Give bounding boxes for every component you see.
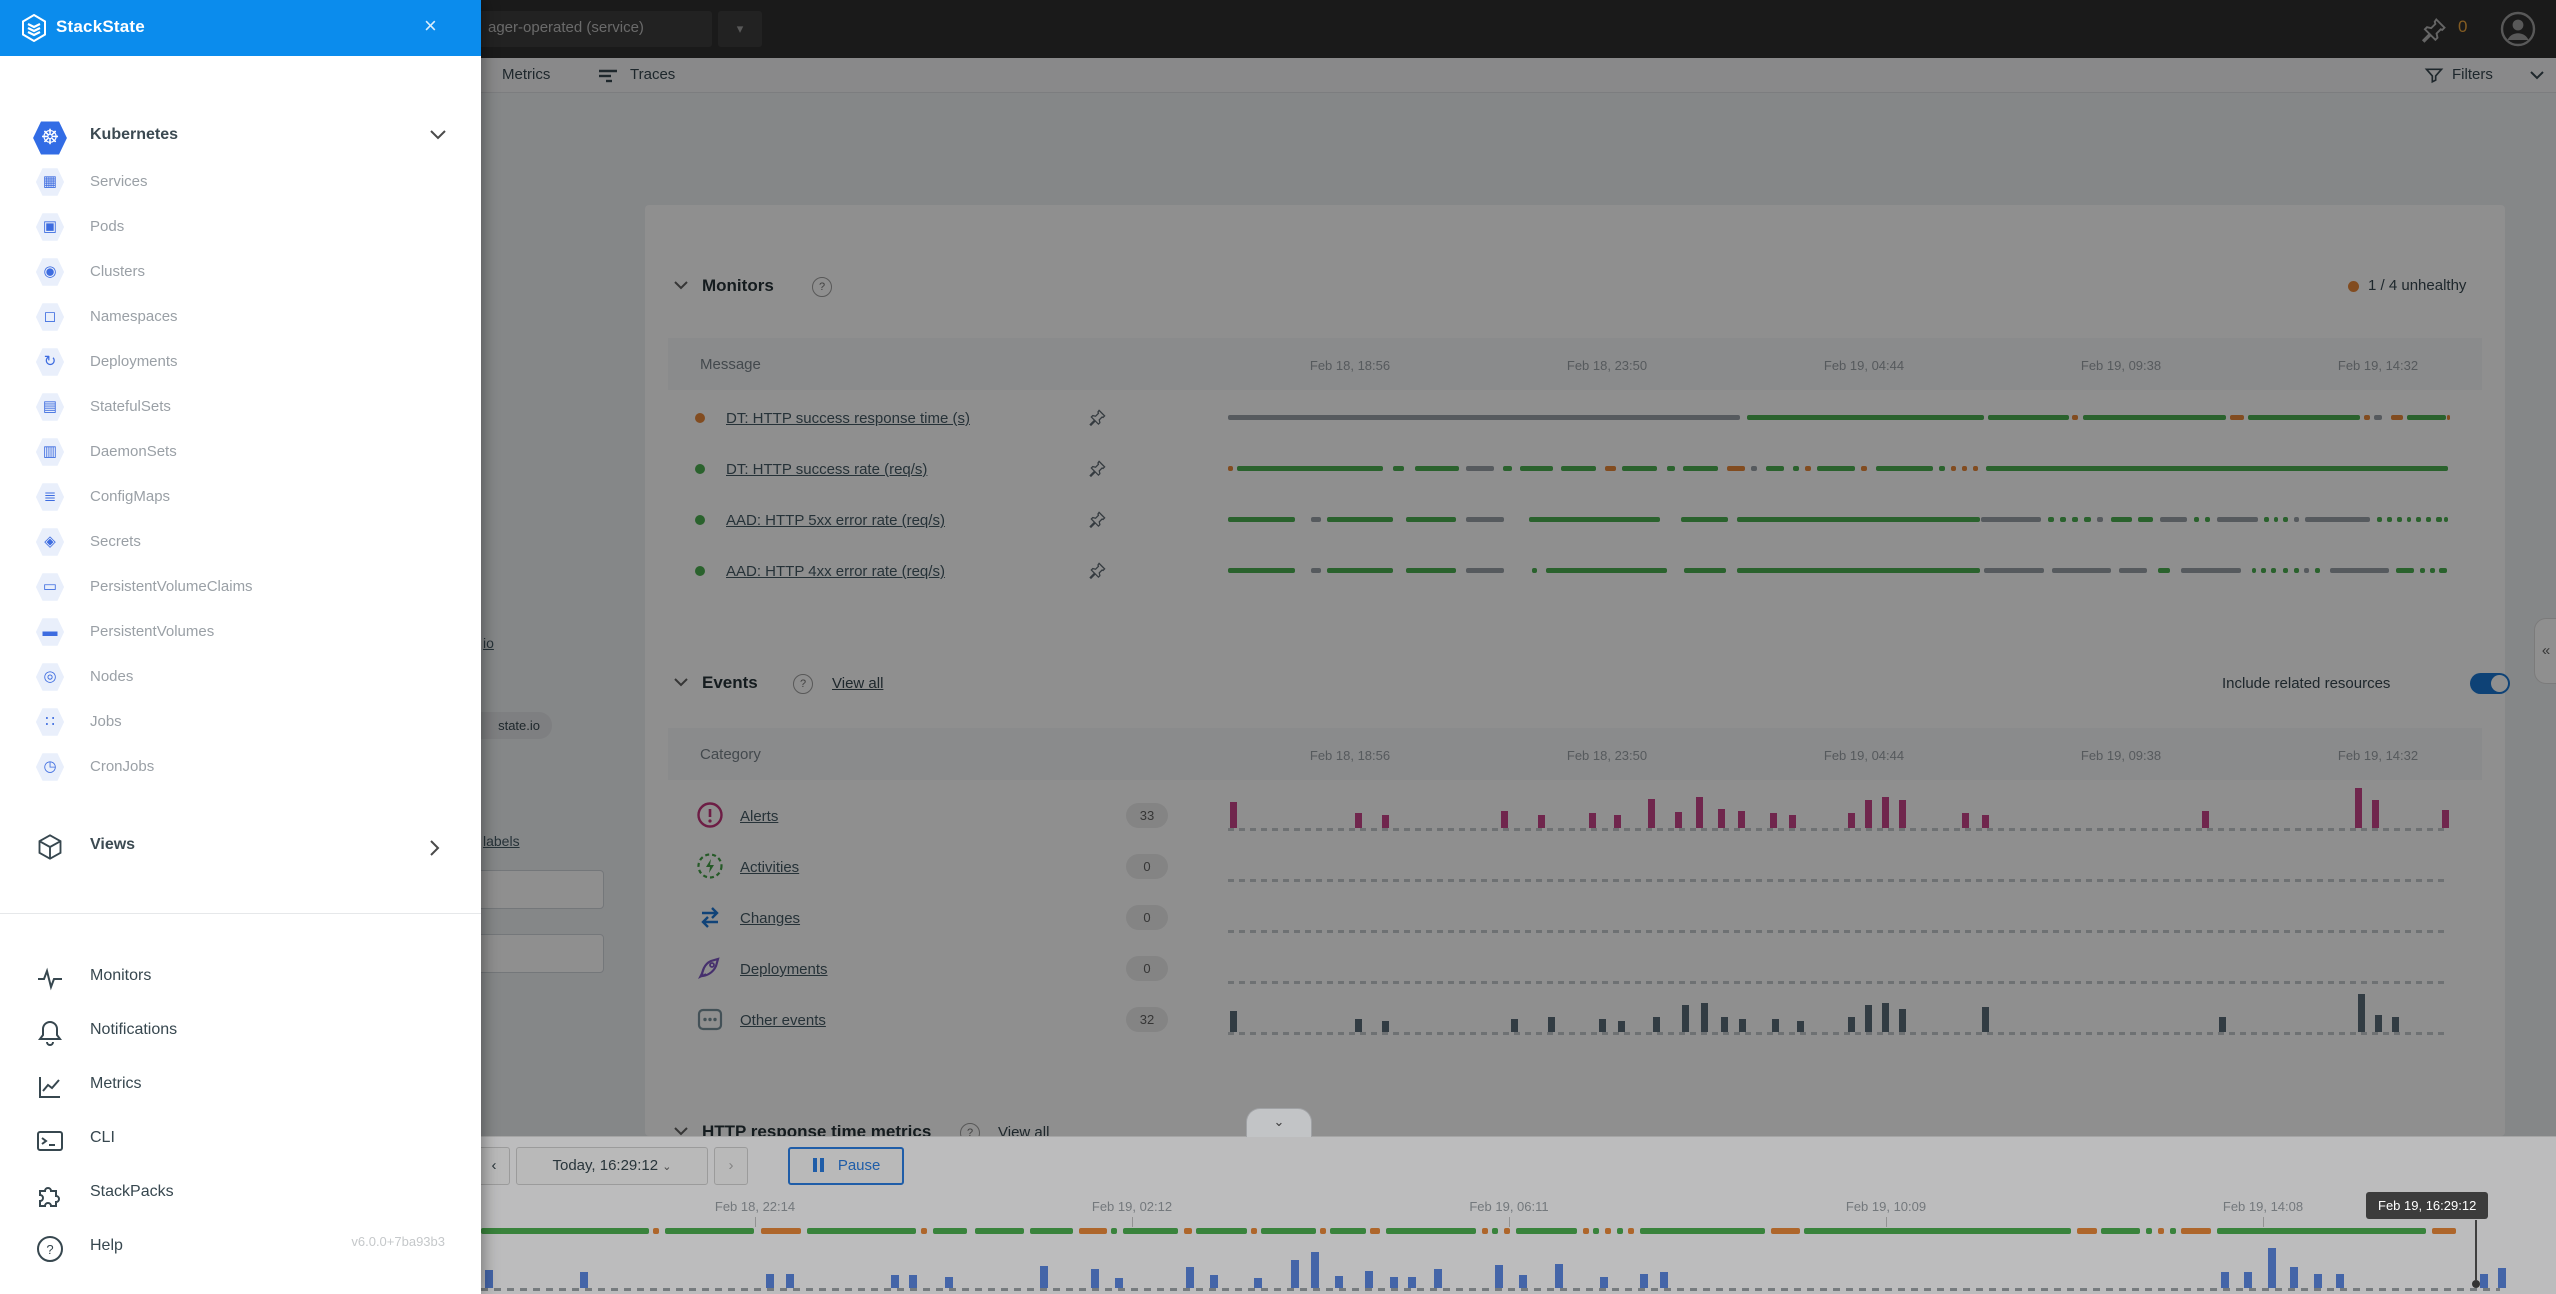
brand-name: StackState xyxy=(56,17,145,37)
svg-text:?: ? xyxy=(46,1242,53,1257)
sidebar-item-deployments[interactable]: ↻ Deployments xyxy=(0,340,481,385)
sidebar-item-kubernetes[interactable]: ☸ Kubernetes xyxy=(0,115,481,160)
configmaps-icon: ≣ xyxy=(35,482,65,512)
sidebar-item-label: CronJobs xyxy=(90,758,154,775)
stackstate-logo-icon xyxy=(20,14,48,42)
sidebar-item-services[interactable]: ▦ Services xyxy=(0,160,481,205)
pods-icon: ▣ xyxy=(35,212,65,242)
sidebar-item-label: Secrets xyxy=(90,533,141,550)
sidebar-item-cli[interactable]: CLI xyxy=(0,1113,481,1167)
sidebar-item-label: StatefulSets xyxy=(90,398,171,415)
deployments-icon: ↻ xyxy=(35,347,65,377)
metrics-icon xyxy=(36,1073,64,1106)
chevron-down-icon xyxy=(430,130,446,140)
notifications-icon xyxy=(36,1019,64,1052)
sidebar-item-views[interactable]: Views xyxy=(0,825,481,870)
sidebar-item-notifications[interactable]: Notifications xyxy=(0,1005,481,1059)
app-version: v6.0.0+7ba93b3 xyxy=(320,1234,445,1249)
sidebar-item-nodes[interactable]: ◎ Nodes xyxy=(0,655,481,700)
services-icon: ▦ xyxy=(35,167,65,197)
sidebar-item-metrics[interactable]: Metrics xyxy=(0,1059,481,1113)
sidebar-item-label: PersistentVolumes xyxy=(90,623,214,640)
nodes-icon: ◎ xyxy=(35,662,65,692)
sidebar-item-label: Metrics xyxy=(90,1075,142,1093)
sidebar-item-stackpacks[interactable]: StackPacks xyxy=(0,1167,481,1221)
sidebar-item-label: Namespaces xyxy=(90,308,178,325)
sidebar-item-label: Clusters xyxy=(90,263,145,280)
sidebar-item-secrets[interactable]: ◈ Secrets xyxy=(0,520,481,565)
sidebar-item-label: Services xyxy=(90,173,148,190)
cronjobs-icon: ◷ xyxy=(35,752,65,782)
sidebar-item-label: Help xyxy=(90,1237,123,1255)
sidebar-item-cronjobs[interactable]: ◷ CronJobs xyxy=(0,745,481,790)
sidebar-item-label: Nodes xyxy=(90,668,133,685)
persistentvolumeclaims-icon: ▭ xyxy=(35,572,65,602)
daemonsets-icon: ▥ xyxy=(35,437,65,467)
stackpacks-icon xyxy=(36,1181,64,1214)
sidebar-item-label: Notifications xyxy=(90,1021,177,1039)
drawer-header: StackState × xyxy=(0,0,481,56)
views-cube-icon xyxy=(36,833,64,861)
sidebar-item-monitors[interactable]: Monitors xyxy=(0,951,481,1005)
monitors-icon xyxy=(36,965,64,998)
sidebar-item-label: Deployments xyxy=(90,353,178,370)
chevron-right-icon xyxy=(430,840,440,856)
sidebar-item-label: Pods xyxy=(90,218,124,235)
playhead-tooltip: Feb 19, 16:29:12 xyxy=(2366,1192,2488,1219)
namespaces-icon: ◻ xyxy=(35,302,65,332)
sidebar-item-statefulsets[interactable]: ▤ StatefulSets xyxy=(0,385,481,430)
sidebar-item-daemonsets[interactable]: ▥ DaemonSets xyxy=(0,430,481,475)
secrets-icon: ◈ xyxy=(35,527,65,557)
close-icon[interactable]: × xyxy=(424,13,437,39)
sidebar-item-clusters[interactable]: ◉ Clusters xyxy=(0,250,481,295)
sidebar-item-label: PersistentVolumeClaims xyxy=(90,578,253,595)
sidebar-item-namespaces[interactable]: ◻ Namespaces xyxy=(0,295,481,340)
clusters-icon: ◉ xyxy=(35,257,65,287)
sidebar-item-label: Views xyxy=(90,836,135,854)
sidebar-item-configmaps[interactable]: ≣ ConfigMaps xyxy=(0,475,481,520)
sidebar-item-label: DaemonSets xyxy=(90,443,177,460)
kubernetes-icon: ☸ xyxy=(32,120,68,156)
help-icon: ? xyxy=(36,1235,64,1268)
sidebar-item-label: ConfigMaps xyxy=(90,488,170,505)
sidebar-item-persistentvolumes[interactable]: ▬ PersistentVolumes xyxy=(0,610,481,655)
stackstate-app: ager-operated (service) ▾ 0 Metrics Trac… xyxy=(0,0,2556,1294)
playhead-line[interactable] xyxy=(2475,1220,2477,1280)
sidebar-item-persistentvolumeclaims[interactable]: ▭ PersistentVolumeClaims xyxy=(0,565,481,610)
navigation-drawer: StackState × ☸ Kubernetes ▦ Services ▣ Pods… xyxy=(0,0,481,1294)
sidebar-item-label: CLI xyxy=(90,1129,115,1147)
jobs-icon: ∷ xyxy=(35,707,65,737)
playhead-dot xyxy=(2472,1280,2480,1288)
sidebar-item-pods[interactable]: ▣ Pods xyxy=(0,205,481,250)
sidebar-divider xyxy=(0,913,481,914)
collapse-bottom-section-tab[interactable]: ⌄ xyxy=(1246,1108,1312,1137)
sidebar-item-label: Kubernetes xyxy=(90,126,178,144)
cli-icon xyxy=(36,1127,64,1160)
persistentvolumes-icon: ▬ xyxy=(35,617,65,647)
sidebar-item-label: StackPacks xyxy=(90,1183,174,1201)
statefulsets-icon: ▤ xyxy=(35,392,65,422)
sidebar-item-label: Jobs xyxy=(90,713,122,730)
sidebar-item-label: Monitors xyxy=(90,967,151,985)
sidebar-item-jobs[interactable]: ∷ Jobs xyxy=(0,700,481,745)
